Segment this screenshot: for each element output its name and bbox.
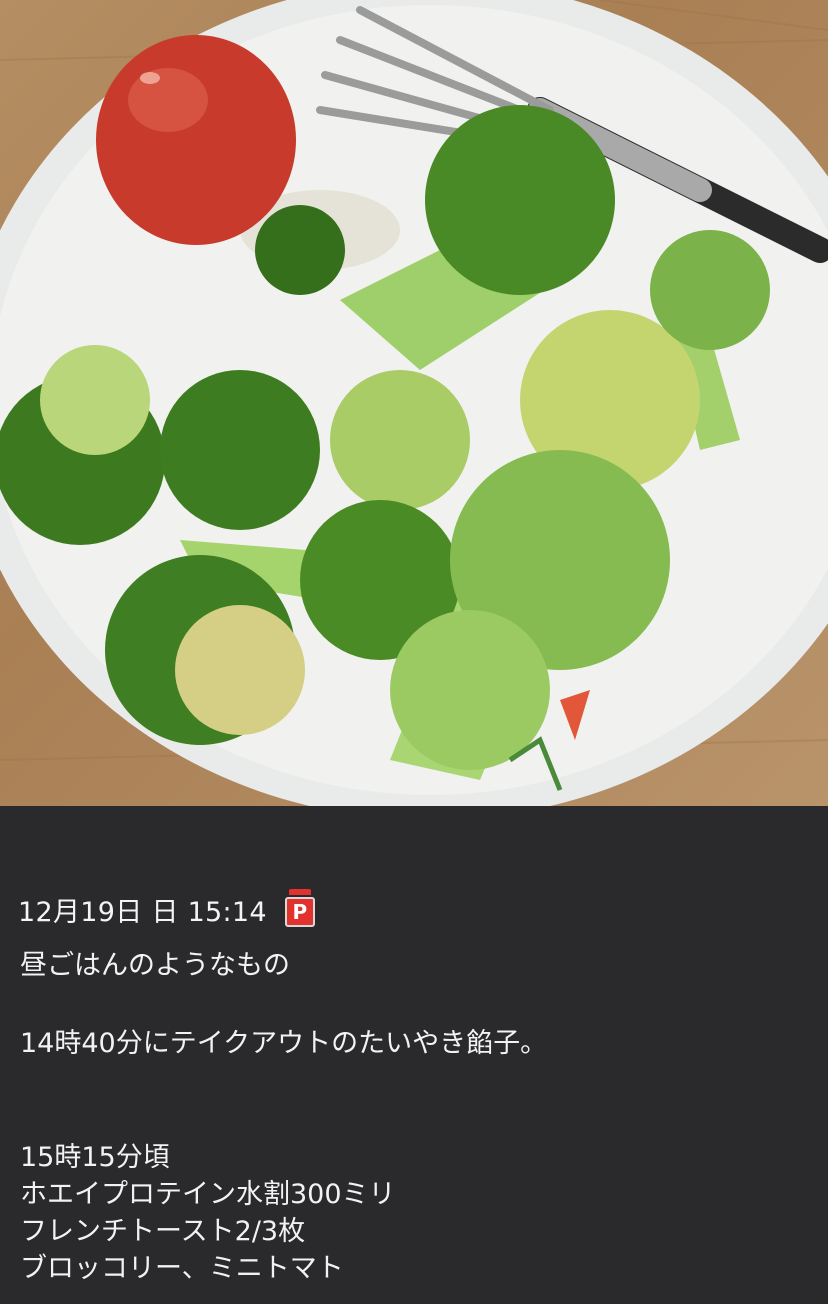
post-line-toast: フレンチトースト2/3枚 (20, 1216, 306, 1247)
badge-body: P (284, 897, 315, 927)
meal-photo-image (0, 0, 828, 806)
badge-cap (288, 889, 311, 895)
badge-letter: P (292, 900, 308, 924)
post-line-time: 15時15分頃 (20, 1142, 170, 1173)
tomato (96, 35, 296, 245)
post-line-taiyaki: 14時40分にテイクアウトのたいやき餡子。 (20, 1028, 548, 1059)
post-meta: 12月19日 日 15:14 P (18, 884, 317, 934)
meal-photo[interactable] (0, 0, 828, 806)
post-line-protein: ホエイプロテイン水割300ミリ (20, 1179, 396, 1210)
post-date: 12月19日 日 15:14 (18, 896, 267, 928)
parking-badge-icon[interactable]: P (283, 889, 317, 929)
post-line-title: 昼ごはんのようなもの (20, 950, 290, 981)
post-line-vegetables: ブロッコリー、ミニトマト (20, 1253, 344, 1284)
